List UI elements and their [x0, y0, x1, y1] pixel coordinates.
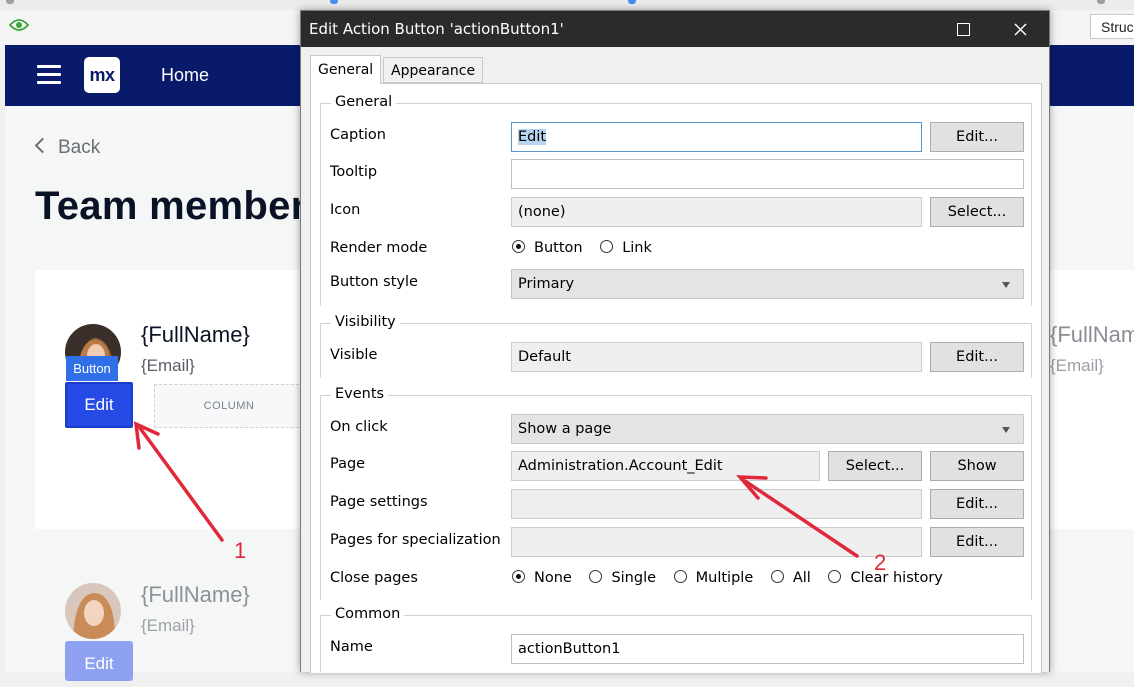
tab-edge-marker	[330, 0, 338, 4]
maximize-icon[interactable]	[957, 23, 970, 36]
tab-edge-marker	[628, 0, 636, 4]
eye-icon[interactable]	[9, 18, 29, 32]
back-link[interactable]: Back	[34, 137, 101, 159]
render-mode-link-option[interactable]: Link	[600, 240, 652, 256]
tooltip-input[interactable]	[511, 159, 1024, 189]
card-email: {Email}	[141, 356, 195, 375]
tab-general[interactable]: General	[310, 55, 382, 84]
group-title: Visibility	[331, 314, 400, 330]
card-fullname: {FullName}	[1050, 322, 1134, 347]
option-label: Clear history	[850, 570, 943, 586]
card-fullname: {FullName}	[141, 322, 250, 347]
name-input[interactable]: actionButton1	[511, 634, 1024, 664]
option-label: Single	[611, 570, 657, 586]
page-show-button[interactable]: Show	[930, 451, 1024, 481]
group-title: General	[331, 94, 397, 110]
chevron-left-icon	[34, 137, 51, 154]
close-pages-radio-group: None Single Multiple All Clear history	[512, 570, 956, 586]
visible-label: Visible	[330, 347, 378, 363]
pages-for-specialization-label: Pages for specialization	[330, 532, 501, 548]
edit-button[interactable]: Edit	[65, 641, 133, 681]
icon-field: (none)	[511, 197, 922, 227]
on-click-value: Show a page	[518, 421, 612, 437]
mendix-logo: mx	[84, 57, 120, 93]
close-pages-single-option[interactable]: Single	[589, 570, 656, 586]
icon-label: Icon	[330, 202, 361, 218]
column-placeholder[interactable]: COLUMN	[154, 384, 304, 428]
option-label: None	[534, 570, 572, 586]
hamburger-menu-icon[interactable]	[37, 65, 61, 85]
visible-field: Default	[511, 342, 922, 372]
card-email: {Email}	[141, 616, 195, 635]
page-select-button[interactable]: Select...	[828, 451, 922, 481]
group-title: Common	[331, 606, 405, 622]
page-field: Administration.Account_Edit	[511, 451, 820, 481]
annotation-label-1: 1	[234, 538, 247, 563]
radio-button-icon	[673, 570, 687, 583]
nav-home-link[interactable]: Home	[161, 65, 209, 86]
dropdown-arrow-icon	[1002, 282, 1010, 288]
caption-edit-button[interactable]: Edit...	[930, 122, 1024, 152]
page-settings-label: Page settings	[330, 494, 428, 510]
close-pages-label: Close pages	[330, 570, 418, 586]
avatar	[65, 583, 121, 639]
page-title: Team members	[35, 184, 330, 228]
icon-select-button[interactable]: Select...	[930, 197, 1024, 227]
radio-button-icon	[512, 570, 525, 583]
on-click-dropdown[interactable]: Show a page	[511, 414, 1024, 444]
back-label: Back	[58, 137, 101, 158]
radio-button-icon	[600, 240, 614, 253]
structure-tab[interactable]: Struc	[1090, 14, 1134, 39]
dropdown-arrow-icon	[1002, 427, 1010, 433]
close-pages-none-option[interactable]: None	[512, 570, 572, 586]
card-fullname: {FullName}	[141, 582, 250, 607]
pages-for-specialization-edit-button[interactable]: Edit...	[930, 527, 1024, 557]
option-label: Button	[534, 240, 583, 256]
caption-input[interactable]: Edit	[511, 122, 922, 152]
annotation-label-2: 2	[874, 550, 887, 575]
visible-edit-button[interactable]: Edit...	[930, 342, 1024, 372]
caption-label: Caption	[330, 127, 386, 143]
page-label: Page	[330, 456, 366, 472]
on-click-label: On click	[330, 419, 388, 435]
group-title: Events	[331, 386, 389, 402]
dialog-title: Edit Action Button 'actionButton1'	[301, 11, 1049, 47]
name-label: Name	[330, 639, 373, 655]
button-widget-tag: Button	[66, 356, 118, 381]
page-settings-field	[511, 489, 922, 519]
close-icon[interactable]	[1014, 23, 1027, 36]
pages-for-specialization-field	[511, 527, 922, 557]
card-email: {Email}	[1050, 356, 1104, 375]
radio-button-icon	[589, 570, 603, 583]
tooltip-label: Tooltip	[330, 164, 378, 180]
option-label: Multiple	[695, 570, 754, 586]
button-style-value: Primary	[518, 276, 575, 292]
close-pages-multiple-option[interactable]: Multiple	[673, 570, 754, 586]
option-label: All	[792, 570, 811, 586]
page-settings-edit-button[interactable]: Edit...	[930, 489, 1024, 519]
tab-edge-marker	[6, 0, 14, 4]
tab-edge-marker	[1097, 0, 1105, 4]
radio-button-icon	[512, 240, 525, 253]
render-mode-button-option[interactable]: Button	[512, 240, 583, 256]
caption-value: Edit	[518, 129, 547, 145]
close-pages-all-option[interactable]: All	[770, 570, 811, 586]
tab-appearance[interactable]: Appearance	[383, 57, 484, 83]
render-mode-radio-group: Button Link	[512, 240, 665, 256]
radio-button-icon	[828, 570, 842, 583]
edit-button[interactable]: Edit	[65, 382, 133, 428]
button-style-dropdown[interactable]: Primary	[511, 269, 1024, 299]
render-mode-label: Render mode	[330, 240, 428, 256]
option-label: Link	[622, 240, 652, 256]
radio-button-icon	[770, 570, 784, 583]
button-style-label: Button style	[330, 274, 418, 290]
